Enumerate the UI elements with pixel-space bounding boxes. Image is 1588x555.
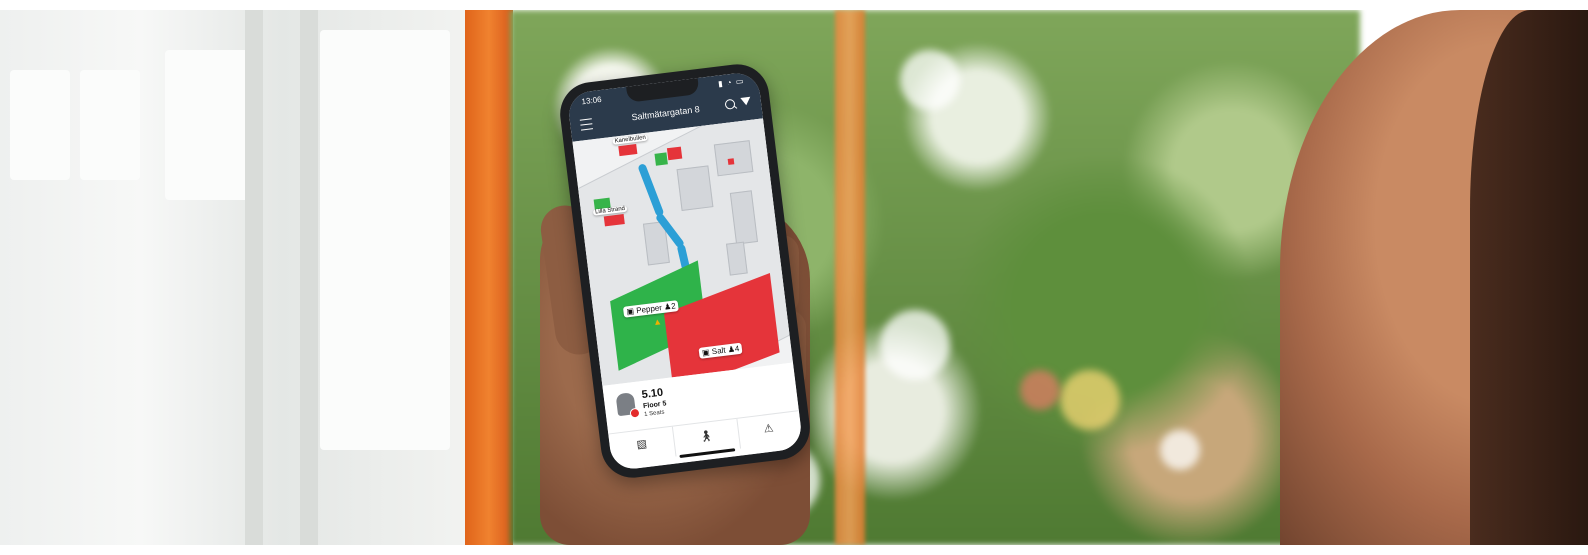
- window-pane: [165, 50, 255, 200]
- phone-screen: 13:06 ▮ ◔ ▭ Saltmätargatan 8 Kanelbullen…: [566, 70, 804, 472]
- bokeh-light: [900, 50, 960, 110]
- window-pane: [320, 30, 450, 450]
- map-icon: ▧: [635, 437, 648, 452]
- tab-map[interactable]: ▧: [608, 427, 675, 465]
- occupied-desk[interactable]: [666, 146, 683, 161]
- warning-icon: ⚠: [763, 422, 775, 436]
- calendar-icon: ▣: [626, 306, 635, 317]
- window: [0, 10, 470, 545]
- calendar-icon: ▣: [701, 347, 711, 358]
- orange-pillar: [465, 10, 513, 545]
- room-name: Salt: [711, 345, 727, 357]
- bokeh-light: [880, 310, 950, 380]
- window-pane: [80, 70, 140, 180]
- action-bar: ▧ 🚶︎ ⚠: [608, 410, 803, 465]
- person-hair: [1470, 10, 1588, 545]
- window-mullion: [245, 10, 263, 545]
- room-block: [725, 241, 748, 276]
- desk-seats: 1 Seats: [643, 409, 665, 419]
- seat-count: 2: [670, 301, 677, 311]
- desk-status-dot: [629, 407, 641, 419]
- floor-map[interactable]: Kanelbullen Lilla Strand ▣ Pepper ♟2 ▲ ▣…: [572, 118, 793, 386]
- occupied-desk[interactable]: [618, 144, 638, 157]
- status-icons: ▮ ◔ ▭: [717, 76, 745, 89]
- filter-icon[interactable]: [740, 96, 752, 106]
- photo-scene: 13:06 ▮ ◔ ▭ Saltmätargatan 8 Kanelbullen…: [0, 10, 1588, 545]
- tab-report[interactable]: ⚠: [735, 411, 802, 449]
- window-mullion: [300, 10, 318, 545]
- occupied-desk[interactable]: [727, 158, 735, 165]
- desk-name: 5.10: [641, 386, 664, 402]
- walk-icon: 🚶︎: [698, 429, 714, 444]
- seat-count: 4: [734, 343, 740, 354]
- status-time: 13:06: [581, 94, 603, 107]
- orange-pillar-back: [835, 10, 865, 545]
- window-pane: [10, 70, 70, 180]
- bokeh-light: [1160, 430, 1200, 470]
- bokeh-light: [1020, 370, 1060, 410]
- room-label-top[interactable]: Kanelbullen: [612, 134, 649, 145]
- available-desk[interactable]: [654, 152, 668, 166]
- room-name: Pepper: [635, 303, 663, 316]
- room-block: [676, 165, 714, 211]
- bokeh-light: [1060, 370, 1120, 430]
- warning-icon: ▲: [652, 316, 663, 328]
